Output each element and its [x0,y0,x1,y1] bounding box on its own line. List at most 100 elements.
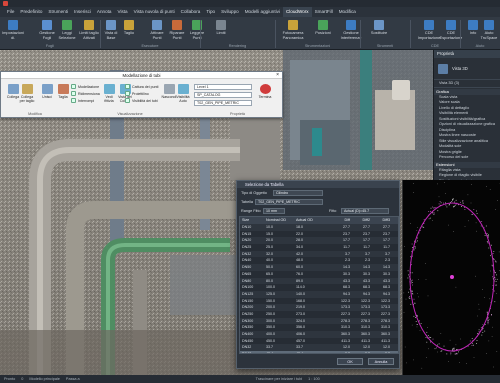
tab-12[interactable]: SmartFill [312,7,336,17]
table-row[interactable]: DN250 250.0 273.0 227.3 227.3 227.3 [240,311,398,318]
column-header-0[interactable]: Size [240,217,266,224]
scan-point [471,338,473,339]
column-header-5[interactable]: Diff2 [350,217,370,224]
tab-4[interactable]: Annota [94,7,115,17]
scan-point [488,320,489,322]
column-header-4[interactable]: Diff [330,217,350,224]
scan-point [445,202,446,204]
panel-action-2[interactable]: Termina [257,84,273,99]
table-row[interactable]: DN125 125.0 140.0 94.3 94.3 94.3 [240,290,398,298]
panel-button-3[interactable]: Taglia [55,84,71,99]
ribbon-button-12[interactable]: Gestione Interferenze [340,20,362,40]
tab-8[interactable]: Tipo [203,7,218,17]
tab-1[interactable]: Predefinito [17,7,45,17]
tab-7[interactable]: Collabora [178,7,204,17]
table-row[interactable]: DN100 100.0 114.0 68.3 68.3 68.3 [240,284,398,291]
tab-11[interactable]: CloudWorx [282,7,312,17]
tab-3[interactable]: Inserisci [71,7,94,17]
tab-2[interactable]: Strumenti [45,7,71,17]
ribbon-button-17[interactable]: Aiuto TruSpace [478,20,500,40]
ribbon-group-3: Strumentazioni [304,44,331,48]
object-type-select[interactable]: Cilindro [273,190,323,196]
table-row[interactable]: DN50 50.0 60.0 14.3 14.3 14.3 [240,264,398,271]
scan-point [481,334,483,336]
panel-option-5[interactable]: Visibilità dei tubi [125,98,158,103]
section-preview[interactable] [402,180,500,375]
table-row[interactable]: DN25 25.0 34.0 11.7 11.7 11.7 [240,244,398,251]
view-instance-label[interactable]: Vista 3D (3) [434,81,500,88]
ribbon-button-15[interactable]: CDE Esportazione [440,20,462,40]
column-header-1[interactable]: Nominal OD [266,217,296,224]
panel-group-2: Proprietà [230,112,245,116]
fit-select[interactable]: Actual (D)=45.7 [341,208,389,214]
table-row[interactable]: DN10 10.0 18.0 27.7 27.7 27.7 [240,224,398,231]
table-row[interactable]: DN40 40.0 48.0 2.3 2.3 2.3 [240,257,398,264]
table-row[interactable]: DN15 15.0 22.0 23.7 23.7 23.7 [240,231,398,238]
panel-option-0[interactable]: Modellazione [71,84,99,89]
field-level[interactable]: Level 1 [194,84,252,90]
table-cell: DN32 [242,345,252,350]
scan-point [449,203,450,205]
noise-point [405,298,407,300]
tab-5[interactable]: Vista [114,7,130,17]
panel-button-2[interactable]: Unisci [39,84,55,99]
ribbon-button-5[interactable]: Taglio [118,20,140,36]
tab-0[interactable]: File [4,7,17,17]
table-row[interactable]: DN65 65.0 76.0 30.3 30.3 30.3 [240,271,398,278]
ribbon-button-10[interactable]: Fotocamera Panoramica [282,20,304,40]
tab-13[interactable]: Modifica [336,7,359,17]
ribbon-button-3[interactable]: Limiti taglio Attivati [78,20,100,40]
ribbon-button-1[interactable]: Gestione Fogli [36,20,58,40]
close-icon[interactable]: × [276,72,279,79]
ribbon-button-13[interactable]: Sostituire [368,20,390,36]
column-header-3[interactable] [320,217,330,224]
ribbon-button-2[interactable]: Leggi Selezione [56,20,78,40]
field-family[interactable]: T02_GEN_PIPE_METRIC [194,100,252,106]
table-row[interactable]: DN400 400.0 406.0 360.3 360.3 360.3 [240,331,398,338]
table-row[interactable]: DN20 20.0 28.0 17.7 17.7 17.7 [240,237,398,245]
ribbon-button-11[interactable]: Posizioni [312,20,334,36]
panel-action-1[interactable]: Visibilità Auto [175,84,191,103]
ok-button[interactable]: OK [337,358,363,365]
scan-point [476,343,477,344]
ribbon-button-8[interactable]: Leggere Punti [186,20,208,40]
panel-option-2[interactable]: Interrompi [71,98,94,103]
table-cell: 411.3 [361,338,370,343]
ribbon-button-0[interactable]: Impostazioni di. [2,20,24,40]
table-row[interactable]: DN350 350.0 356.0 310.3 310.3 310.3 [240,324,398,331]
scan-point [487,317,489,319]
panel-button-4[interactable]: Vedi fittizia [101,84,117,103]
noise-point [486,353,487,354]
range-input[interactable]: 10 mm [263,208,285,214]
table-select[interactable]: T02_GEN_PIPE_METRIC [255,199,323,205]
table-row[interactable]: DN32 33.7 33.7 12.0 12.0 12.0 [240,344,398,352]
table-row[interactable]: DN450 450.0 457.0 411.3 411.3 411.3 [240,338,398,345]
type-selector[interactable]: Vista 3D [434,58,500,80]
table-row[interactable]: DN300 300.0 324.0 278.3 278.3 278.3 [240,317,398,325]
tab-10[interactable]: Modelli aggiuntivi [242,7,283,17]
ribbon-icon-2 [62,20,72,30]
column-header-6[interactable]: Diff3 [370,217,390,224]
table-row[interactable]: DN200 200.0 219.0 173.3 173.3 173.3 [240,304,398,311]
property-item[interactable]: Opzioni di visualizzazione grafica [434,122,500,128]
cancel-button[interactable]: Annulla [368,358,394,365]
property-item[interactable]: Percorso del sole [434,155,500,161]
ribbon-button-7[interactable]: Riparare Punti [166,20,188,40]
table-row[interactable]: DN80 80.0 89.0 43.3 43.3 43.3 [240,277,398,285]
scan-point [487,322,489,323]
table-cell: 100.0 [266,285,275,290]
field-reference[interactable]: SP_CATALOG [194,92,252,98]
tab-9[interactable]: Sviluppo [218,7,242,17]
tab-6[interactable]: Vista nuvola di punti [131,7,178,17]
ribbon-button-14[interactable]: CDE Importazione [418,20,440,40]
table-row[interactable]: DN32 32.0 42.0 3.7 3.7 3.7 [240,250,398,258]
panel-button-1[interactable]: Collega per taglio [19,84,35,103]
ribbon-button-9[interactable]: Limiti [210,20,232,36]
table-row[interactable]: DN4042.442.43.33.33.3 [240,351,398,353]
ribbon-button-6[interactable]: Attivare Punti [146,20,168,40]
column-header-2[interactable]: Actual OD [296,217,320,224]
panel-option-1[interactable]: Ridimensiona [71,91,100,96]
table-row[interactable]: DN150 150.0 168.0 122.3 122.3 122.3 [240,298,398,305]
panel-option-4[interactable]: Proiettilino [125,91,149,96]
panel-option-3[interactable]: Cattura dei punti [125,84,158,89]
